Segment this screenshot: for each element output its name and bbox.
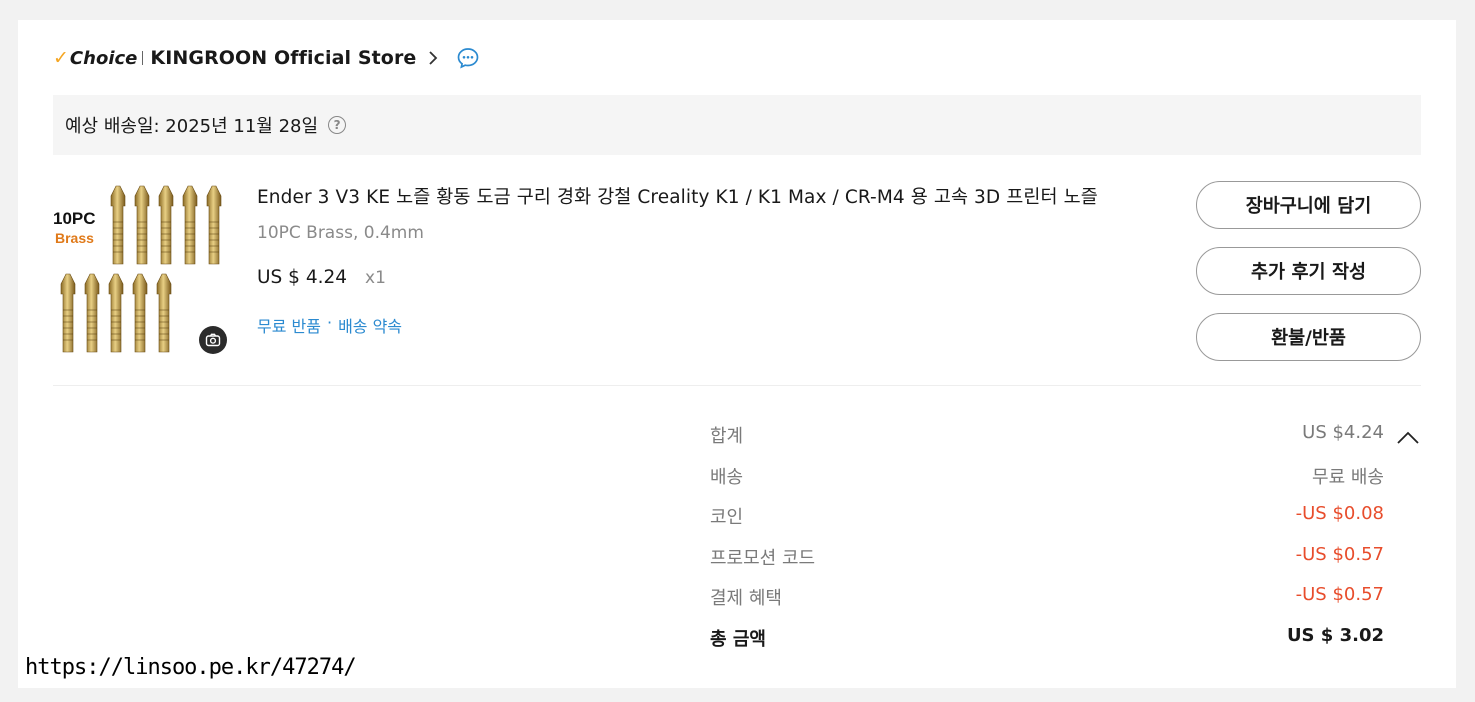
image-badge-text: 10PC bbox=[53, 209, 96, 228]
product-image[interactable]: 10PC Brass bbox=[53, 182, 229, 354]
summary-row-subtotal: 합계 US $4.24 bbox=[710, 418, 1384, 459]
write-review-button[interactable]: 추가 후기 작성 bbox=[1196, 247, 1421, 295]
product-quantity: x1 bbox=[365, 268, 386, 288]
watermark: https://linsoo.pe.kr/47274/ bbox=[25, 655, 357, 680]
section-divider bbox=[53, 385, 1421, 386]
summary-label: 코인 bbox=[710, 507, 744, 528]
help-icon[interactable]: ? bbox=[328, 116, 347, 134]
delivery-promise-link[interactable]: 배송 약속 bbox=[338, 313, 402, 337]
product-price: US $ 4.24 bbox=[257, 267, 348, 288]
benefit-separator: · bbox=[326, 313, 333, 332]
total-value: US $ 3.02 bbox=[1286, 624, 1384, 646]
benefits: 무료 반품 · 배송 약속 bbox=[257, 313, 402, 337]
price-row: US $ 4.24 x1 bbox=[257, 267, 386, 288]
choice-logo: ✓ Choice bbox=[53, 47, 137, 69]
summary-label: 프로모션 코드 bbox=[710, 547, 816, 569]
order-summary: 합계 US $4.24 배송 무료 배송 코인 -US $0.08 프로모션 코… bbox=[710, 418, 1384, 661]
summary-value: -US $0.57 bbox=[1295, 543, 1384, 565]
add-to-cart-button[interactable]: 장바구니에 담기 bbox=[1196, 181, 1421, 229]
summary-label: 합계 bbox=[710, 426, 744, 447]
summary-value: -US $0.08 bbox=[1295, 503, 1384, 524]
summary-value: 무료 배송 bbox=[1312, 466, 1384, 488]
check-icon: ✓ bbox=[53, 47, 69, 69]
product-title-link[interactable]: Ender 3 V3 KE 노즐 황동 도금 구리 경화 강철 Creality… bbox=[257, 183, 1098, 209]
summary-row-payment-benefit: 결제 혜택 -US $0.57 bbox=[710, 580, 1384, 621]
camera-icon[interactable] bbox=[199, 326, 227, 354]
product-variant: 10PC Brass, 0.4mm bbox=[257, 223, 424, 243]
store-name-link[interactable]: KINGROON Official Store bbox=[150, 47, 416, 69]
delivery-bar: 예상 배송일: 2025년 11월 28일 ? bbox=[53, 95, 1421, 155]
image-badge-sub: Brass bbox=[55, 230, 94, 246]
divider bbox=[142, 51, 144, 65]
total-label: 총 금액 bbox=[710, 628, 766, 650]
summary-label: 배송 bbox=[710, 466, 744, 488]
order-card: ✓ Choice KINGROON Official Store 예상 배송일:… bbox=[18, 20, 1456, 688]
refund-return-button[interactable]: 환불/반품 bbox=[1196, 313, 1421, 361]
summary-row-total: 총 금액 US $ 3.02 bbox=[710, 621, 1384, 662]
chevron-up-icon[interactable] bbox=[1396, 426, 1420, 450]
choice-label: Choice bbox=[69, 47, 138, 69]
summary-row-promo-code: 프로모션 코드 -US $0.57 bbox=[710, 540, 1384, 581]
chevron-right-icon[interactable] bbox=[428, 50, 438, 66]
summary-value: -US $0.57 bbox=[1295, 584, 1384, 605]
summary-label: 결제 혜택 bbox=[710, 588, 782, 609]
summary-row-shipping: 배송 무료 배송 bbox=[710, 459, 1384, 500]
summary-value: US $4.24 bbox=[1302, 422, 1384, 443]
free-return-link[interactable]: 무료 반품 bbox=[257, 313, 321, 337]
delivery-date: 예상 배송일: 2025년 11월 28일 bbox=[65, 116, 319, 137]
chat-icon[interactable] bbox=[456, 46, 480, 70]
store-header: ✓ Choice KINGROON Official Store bbox=[53, 44, 480, 72]
summary-row-coins: 코인 -US $0.08 bbox=[710, 499, 1384, 540]
